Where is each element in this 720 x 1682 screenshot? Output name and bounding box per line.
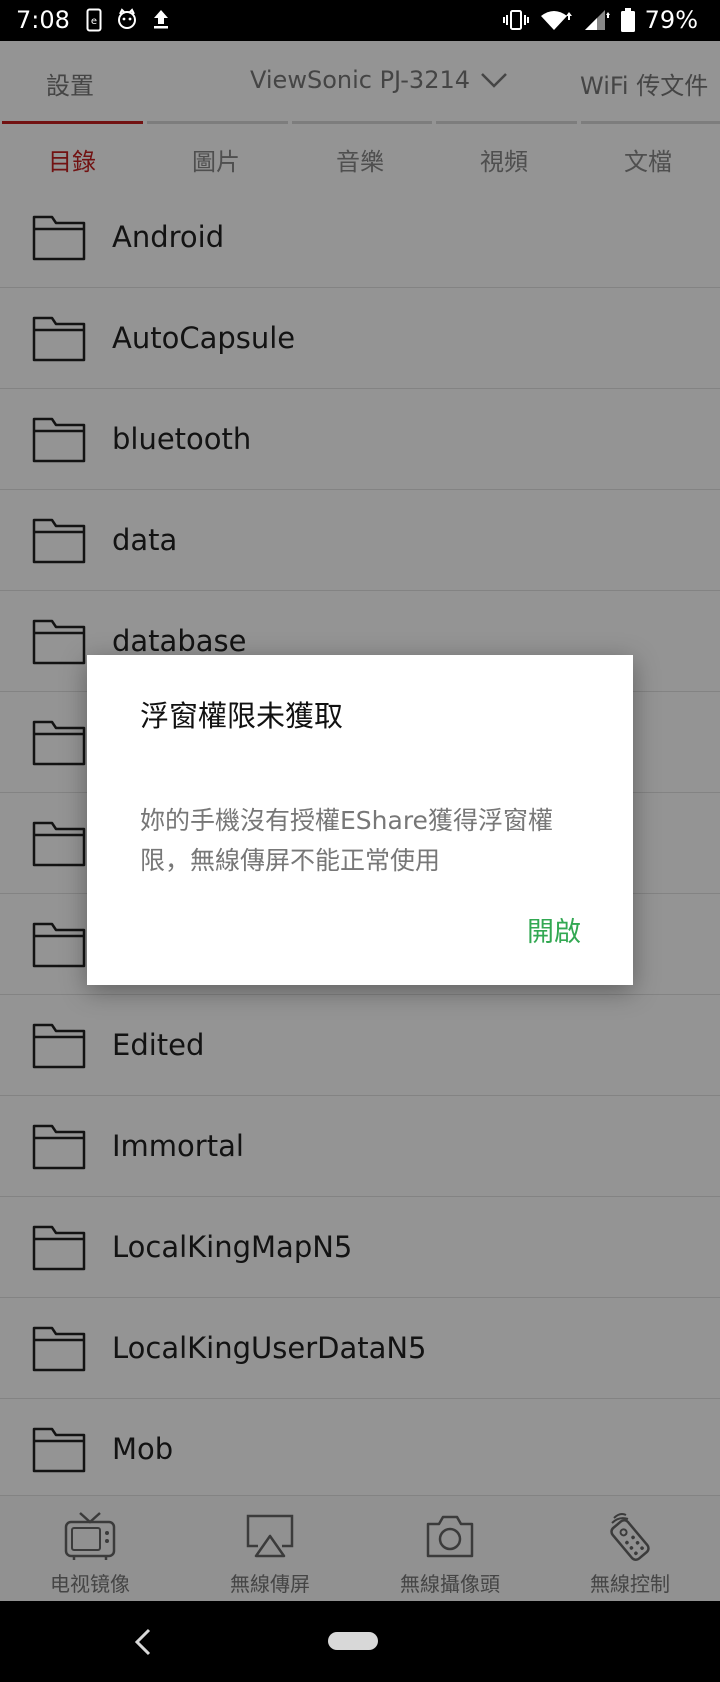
status-time: 7:08 (16, 6, 70, 34)
svg-text:e: e (91, 16, 97, 27)
wifi-icon (540, 11, 572, 30)
battery-percentage: 79% (644, 6, 698, 34)
dialog-title: 浮窗權限未獲取 (140, 699, 344, 733)
status-bar: 7:08 e 79% (0, 0, 720, 41)
home-pill[interactable] (328, 1632, 378, 1650)
system-nav-bar (0, 1601, 720, 1682)
sim-card-icon: e (86, 8, 102, 32)
permission-dialog: 浮窗權限未獲取 妳的手機沒有授權EShare獲得浮窗權限，無線傳屏不能正常使用 … (87, 655, 633, 985)
vibrate-icon (502, 10, 529, 30)
cat-face-icon (118, 8, 136, 29)
dialog-message: 妳的手機沒有授權EShare獲得浮窗權限，無線傳屏不能正常使用 (140, 806, 553, 875)
upload-icon (154, 10, 168, 29)
back-icon[interactable] (134, 1627, 152, 1657)
signal-icon (584, 10, 610, 30)
battery-icon (620, 8, 635, 32)
enable-button[interactable]: 開啟 (527, 910, 581, 949)
